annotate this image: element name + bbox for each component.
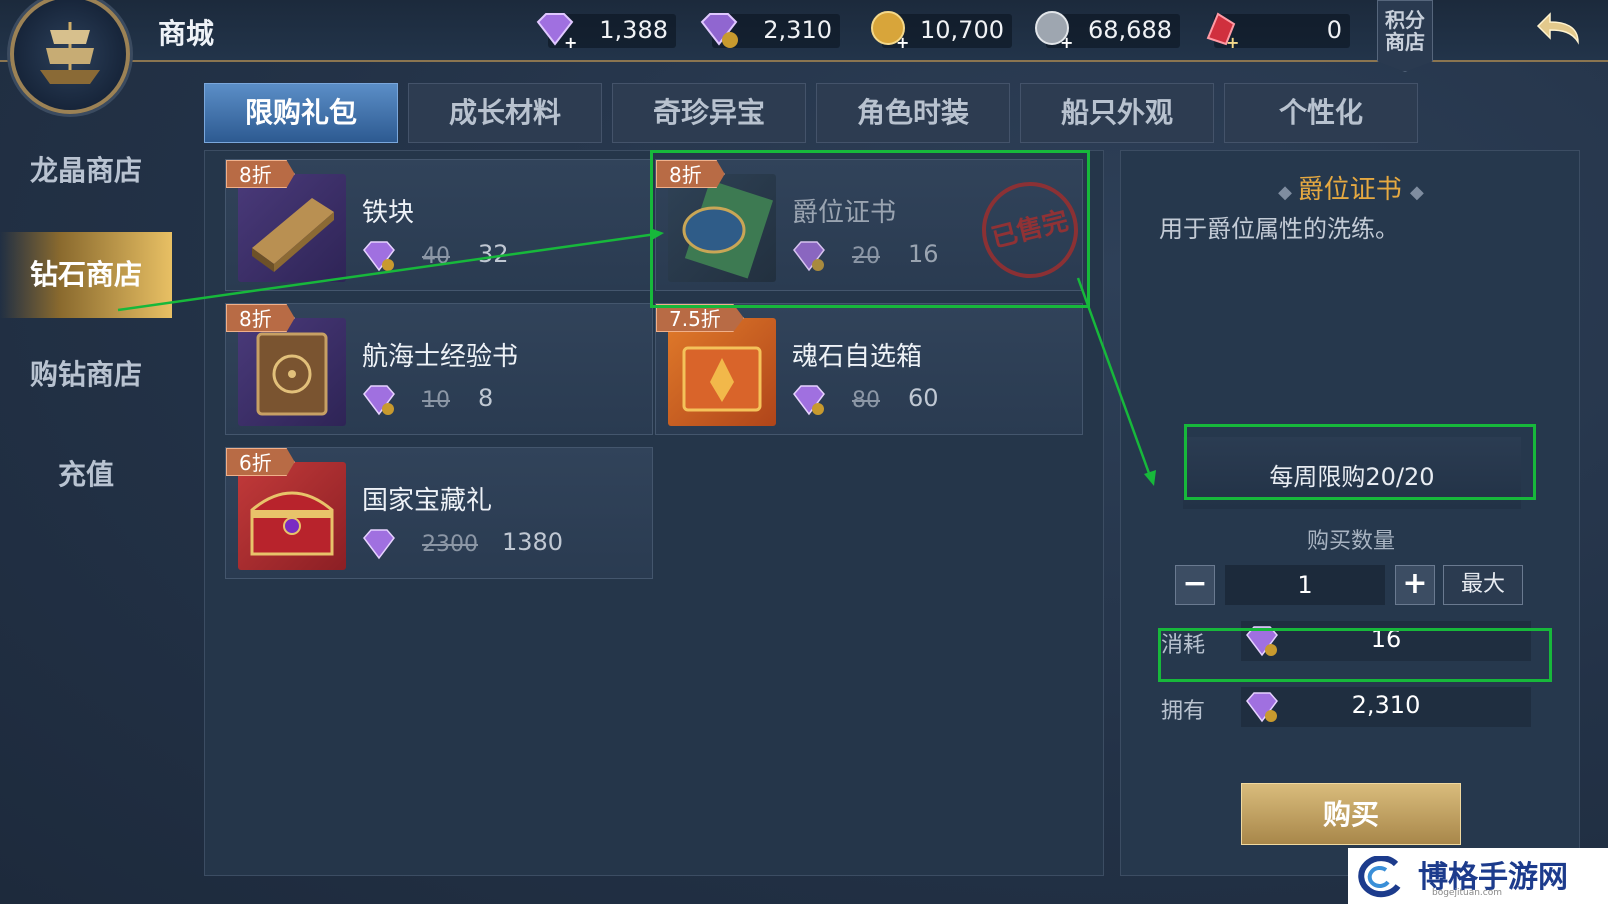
original-price: 80 (852, 388, 880, 413)
red-crystal-icon: + (1206, 12, 1239, 50)
currency-gold[interactable]: + 10,700 (871, 11, 1012, 50)
detail-item-name: 爵位证书 (1297, 175, 1402, 205)
product-card[interactable]: 8折 航海士经验书 10 8 (225, 303, 653, 435)
detail-description: 用于爵位属性的洗练。 (1159, 215, 1399, 243)
currency-bound-diamond[interactable]: 2,310 (700, 13, 840, 48)
tab-character-outfits[interactable]: 角色时装 (816, 83, 1010, 143)
tab-personalization[interactable]: 个性化 (1224, 83, 1418, 143)
sale-price: 8 (478, 384, 494, 412)
sidebar-item-dragon-crystal-shop[interactable]: 龙晶商店 (0, 128, 172, 214)
sidebar-item-diamond-shop[interactable]: 钻石商店 (0, 232, 172, 318)
currency-value: 2,310 (763, 16, 832, 44)
highlight-box-cost (1158, 628, 1552, 682)
detail-title: ◆ 爵位证书 ◆ (1121, 169, 1581, 206)
diamond-ornament-icon: ◆ (1278, 182, 1298, 203)
bound-diamond-icon (363, 385, 395, 416)
tab-rare-treasures[interactable]: 奇珍异宝 (612, 83, 806, 143)
product-name: 魂石自选箱 (792, 342, 923, 372)
treasure-chest-icon (238, 462, 346, 570)
chest-icon (668, 318, 776, 426)
watermark-url: bogejituan.com (1432, 888, 1503, 898)
discount-badge: 8折 (226, 304, 295, 332)
sale-price: 1380 (502, 528, 564, 556)
sale-price: 60 (908, 384, 939, 412)
increase-quantity-button[interactable]: + (1395, 565, 1435, 605)
sidebar: 龙晶商店 钻石商店 购钻商店 充值 (0, 62, 172, 904)
sidebar-item-buy-diamond-shop[interactable]: 购钻商店 (0, 332, 172, 418)
bound-diamond-icon (700, 13, 738, 48)
highlight-box-sold-item (650, 150, 1090, 308)
product-card[interactable]: 8折 铁块 40 32 (225, 159, 653, 291)
original-price: 2300 (422, 532, 478, 557)
currency-value: 1,388 (599, 16, 668, 44)
svg-text:+: + (564, 33, 576, 50)
watermark-logo-icon (1358, 856, 1401, 898)
item-detail-panel: ◆ 爵位证书 ◆ 用于爵位属性的洗练。 每周限购20/20 购买数量 − 1 +… (1120, 150, 1580, 876)
currency-diamond[interactable]: + 1,388 (536, 13, 676, 50)
currency-silver[interactable]: + 68,688 (1035, 11, 1180, 50)
page-title: 商城 (158, 17, 215, 50)
product-card[interactable]: 7.5折 魂石自选箱 80 60 (655, 303, 1083, 435)
currency-value: 10,700 (920, 16, 1004, 44)
discount-badge: 7.5折 (656, 304, 744, 332)
bound-diamond-icon (363, 241, 395, 272)
currency-value: 68,688 (1088, 16, 1172, 44)
tab-ship-appearance[interactable]: 船只外观 (1020, 83, 1214, 143)
watermark: 博格手游网 bogejituan.com (1348, 848, 1608, 904)
owned-label: 拥有 (1161, 699, 1206, 724)
purple-diamond-icon (363, 529, 395, 560)
silver-coin-icon: + (1035, 11, 1073, 50)
book-icon (238, 318, 346, 426)
highlight-box-weekly-limit (1184, 424, 1536, 500)
product-name: 航海士经验书 (362, 342, 519, 372)
svg-text:+: + (896, 33, 909, 50)
owned-value: 2,310 (1351, 691, 1421, 719)
quantity-label: 购买数量 (1306, 529, 1395, 554)
diamond-ornament-icon: ◆ (1410, 182, 1424, 203)
points-shop-label-1: 积分 (1385, 8, 1425, 32)
original-price: 10 (422, 388, 450, 413)
iron-ingot-icon (238, 174, 346, 282)
back-arrow-icon[interactable] (1534, 10, 1584, 50)
decrease-quantity-button[interactable]: − (1175, 565, 1215, 605)
svg-text:+: + (1060, 33, 1073, 50)
sidebar-item-recharge[interactable]: 充值 (0, 432, 172, 518)
tab-limited-packs[interactable]: 限购礼包 (204, 83, 398, 143)
gold-coin-icon: + (871, 11, 909, 50)
product-card[interactable]: 6折 国家宝藏礼 2300 1380 (225, 447, 653, 579)
product-name: 铁块 (362, 198, 415, 228)
top-bar: 商城 + 1,388 2,310 + 10,700 + 68,688 + 0 积… (0, 0, 1608, 72)
svg-text:+: + (1226, 33, 1239, 50)
buy-button[interactable]: 购买 (1241, 783, 1461, 845)
purple-diamond-icon: + (536, 13, 576, 50)
sale-price: 32 (478, 240, 509, 268)
owned-row: 拥有 2,310 (1161, 687, 1531, 727)
discount-badge: 8折 (226, 160, 295, 188)
tab-growth-materials[interactable]: 成长材料 (408, 83, 602, 143)
currency-value: 0 (1326, 16, 1342, 44)
discount-badge: 6折 (226, 448, 295, 476)
points-shop-label-2: 商店 (1385, 30, 1425, 54)
bound-diamond-icon (793, 385, 825, 416)
quantity-input[interactable]: 1 (1225, 565, 1385, 605)
max-quantity-button[interactable]: 最大 (1443, 565, 1523, 605)
product-name: 国家宝藏礼 (362, 486, 493, 516)
original-price: 40 (422, 244, 450, 269)
currency-red-crystal[interactable]: + 0 (1206, 12, 1350, 50)
points-shop-button[interactable]: 积分 商店 (1377, 0, 1433, 72)
